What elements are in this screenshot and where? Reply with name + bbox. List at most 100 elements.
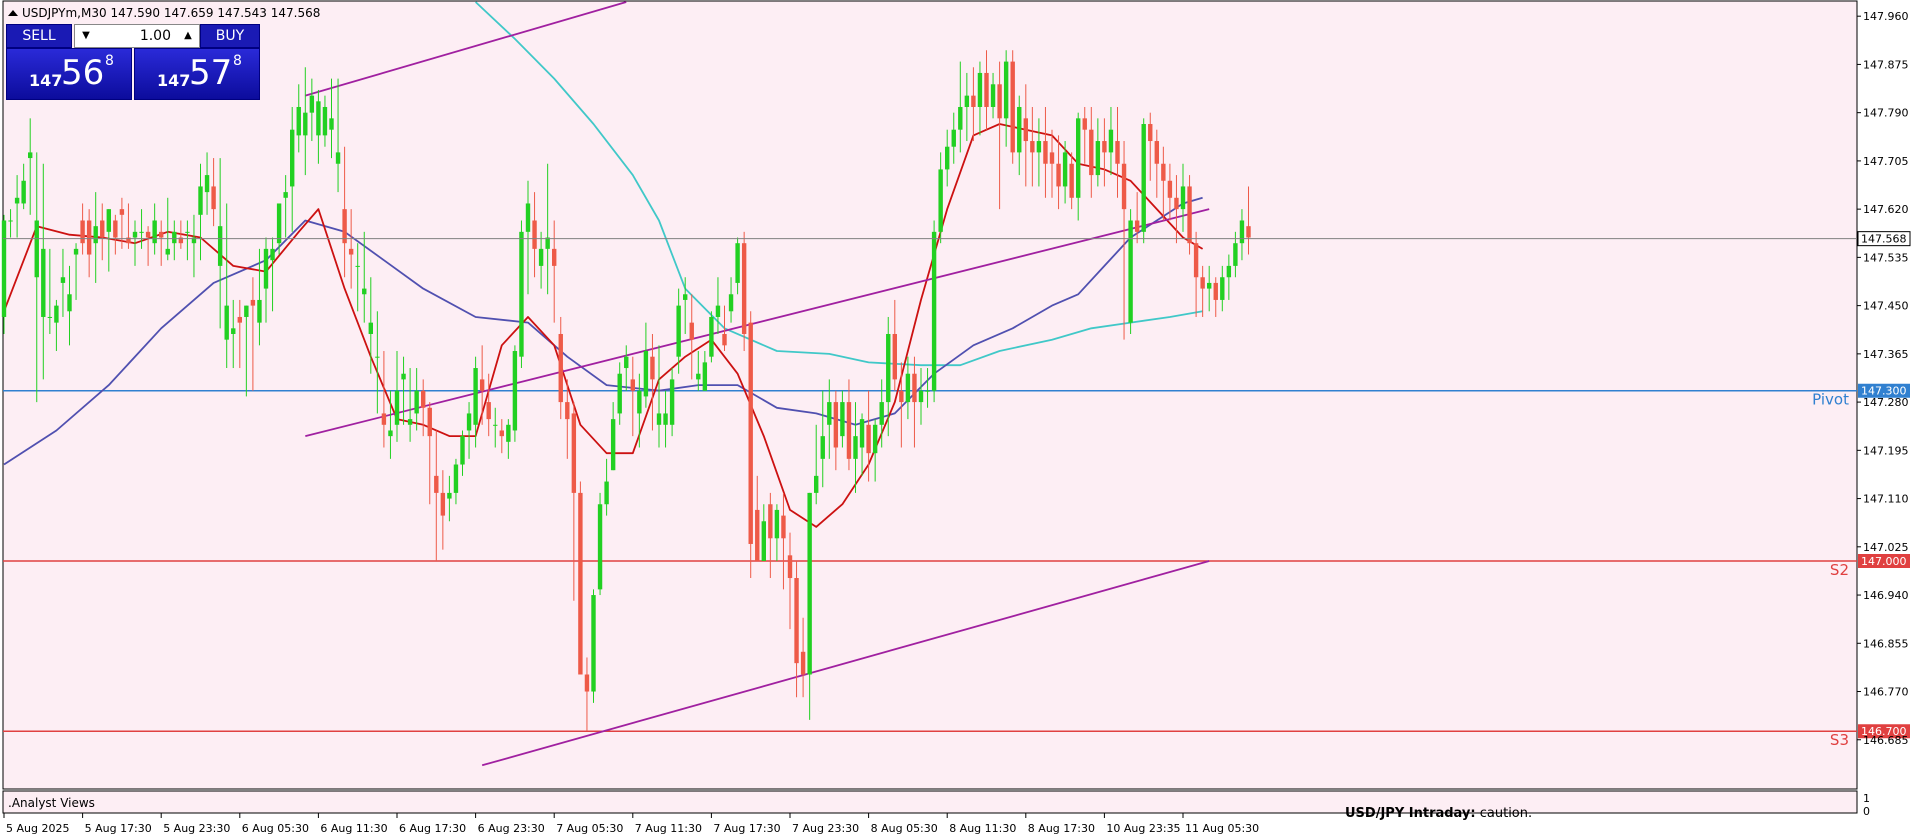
candle-body — [552, 248, 557, 266]
x-axis-tick-label: 11 Aug 05:30 — [1185, 822, 1259, 835]
candle-body — [768, 504, 773, 539]
candle-body — [375, 356, 380, 358]
x-axis-tick-label: 10 Aug 23:35 — [1106, 822, 1180, 835]
y-axis-tick-label: 147.960 — [1863, 10, 1909, 23]
candle[interactable] — [748, 311, 753, 579]
candle[interactable] — [591, 589, 596, 703]
candle-body — [139, 231, 144, 233]
candle-body — [1076, 118, 1081, 198]
candle-body — [820, 436, 825, 459]
candle-body — [198, 186, 203, 215]
candle-body — [800, 651, 806, 675]
candle-body — [283, 192, 288, 198]
candle-body — [322, 106, 328, 136]
candle[interactable] — [578, 481, 583, 675]
candle-body — [866, 424, 871, 454]
candle-body — [624, 356, 629, 369]
candle-body — [1128, 220, 1133, 323]
candle-body — [493, 424, 498, 426]
current-price-value: 147.568 — [1861, 233, 1907, 246]
candle-body — [21, 180, 26, 204]
candle-body — [34, 220, 39, 278]
level-name-pivot: Pivot — [1812, 391, 1849, 409]
buy-button[interactable]: BUY — [200, 24, 260, 48]
increase-lots-icon[interactable]: ▲ — [177, 25, 199, 47]
candle-body — [833, 402, 839, 448]
decrease-lots-icon[interactable]: ▼ — [75, 25, 97, 47]
candle-body — [1030, 141, 1035, 153]
candle-body — [951, 129, 956, 147]
candle-body — [617, 373, 622, 414]
candle-body — [643, 351, 649, 397]
price-chart[interactable]: Pivot 147.300S2 147.000S3 146.700 147.568 1… — [0, 0, 1916, 840]
candle[interactable] — [709, 311, 714, 363]
candle-body — [637, 390, 642, 414]
candle-body — [506, 424, 511, 442]
candle-body — [8, 220, 13, 222]
indicator-panel[interactable] — [2, 790, 1858, 814]
candle-body — [892, 333, 897, 380]
candle-body — [342, 209, 347, 244]
plot-area[interactable] — [2, 0, 1858, 790]
candle-body — [28, 152, 33, 159]
candle-body — [73, 248, 79, 255]
candle[interactable] — [1010, 50, 1015, 164]
buy-price-button[interactable]: 147 57 8 — [134, 48, 260, 100]
candle-body — [1036, 141, 1042, 153]
level-price-s2: 147.000 — [1861, 555, 1907, 568]
candle-body — [159, 231, 164, 238]
candle[interactable] — [1187, 175, 1192, 255]
candle-body — [60, 277, 66, 283]
candle-body — [945, 146, 950, 170]
candle-body — [827, 402, 832, 425]
x-axis-tick-label: 8 Aug 11:30 — [949, 822, 1016, 835]
candle-body — [1213, 282, 1218, 300]
candle-body — [145, 231, 151, 238]
candle-body — [244, 305, 249, 317]
candle[interactable] — [512, 345, 518, 442]
candle-body — [348, 248, 354, 255]
candle-body — [1095, 141, 1101, 176]
candle-body — [407, 419, 413, 425]
candle[interactable] — [597, 492, 603, 596]
y-axis-tick-label: 147.620 — [1863, 203, 1909, 216]
candle-body — [702, 362, 708, 391]
candle-body — [715, 305, 721, 317]
buy-price-fraction: 8 — [233, 53, 242, 69]
candle[interactable] — [1141, 118, 1146, 244]
candle-body — [270, 248, 275, 261]
x-axis-tick-label: 7 Aug 23:30 — [792, 822, 859, 835]
candle-body — [152, 220, 157, 244]
candle-body — [630, 379, 635, 391]
analyst-label: USD/JPY Intraday: caution. — [1345, 806, 1532, 821]
candle-body — [565, 402, 570, 420]
indicator-scale-top: 1 — [1863, 792, 1870, 805]
candle-body — [931, 231, 937, 391]
sell-price-button[interactable]: 147 56 8 — [6, 48, 132, 100]
candle[interactable] — [1, 214, 7, 334]
candle[interactable] — [741, 231, 747, 352]
candle-body — [1239, 220, 1245, 244]
candle-body — [656, 413, 662, 425]
lot-size-control[interactable]: ▼ 1.00 ▲ — [74, 24, 200, 48]
lot-size-input[interactable]: 1.00 — [99, 25, 175, 47]
candle-body — [525, 203, 531, 232]
candle[interactable] — [1128, 209, 1133, 334]
candle-body — [859, 419, 865, 448]
candle-body — [447, 492, 452, 499]
candle-body — [329, 118, 334, 130]
candle-body — [676, 305, 681, 357]
candle-body — [80, 220, 85, 244]
candle[interactable] — [931, 220, 937, 403]
candle-body — [1010, 61, 1015, 153]
candle-body — [414, 390, 419, 414]
candle-body — [113, 220, 118, 238]
candle-body — [846, 402, 852, 459]
sell-button[interactable]: SELL — [6, 24, 72, 48]
candle-body — [709, 316, 714, 357]
sell-price-major: 147 — [29, 71, 63, 90]
candle-body — [886, 333, 891, 403]
candle-body — [1056, 163, 1061, 187]
candle[interactable] — [519, 220, 524, 369]
candle-body — [217, 226, 223, 266]
